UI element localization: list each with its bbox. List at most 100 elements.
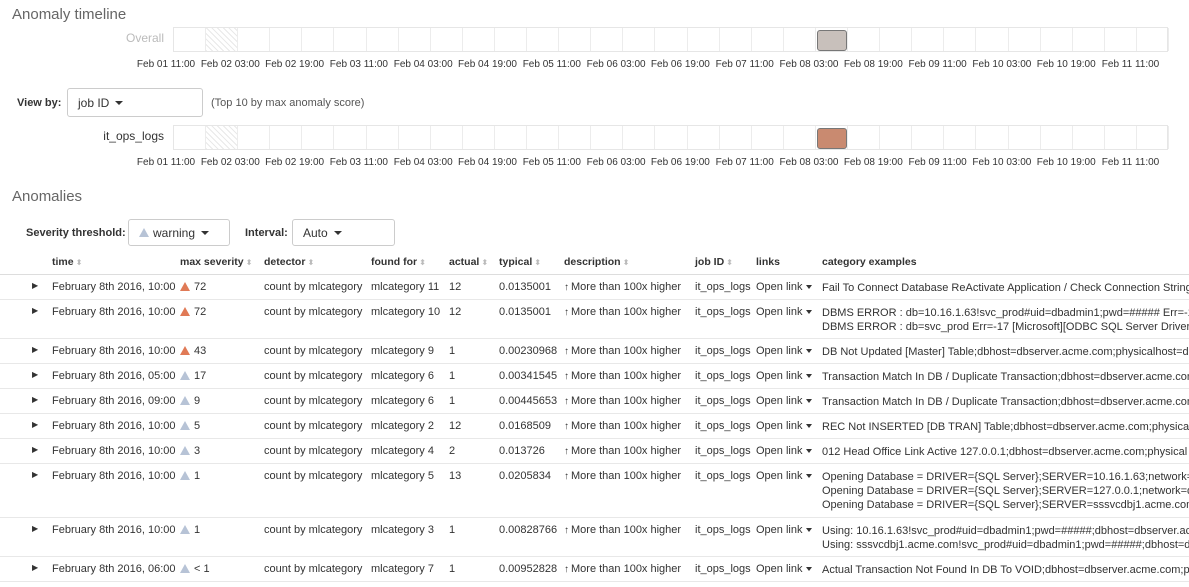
open-link-dropdown[interactable]: Open link (756, 306, 802, 318)
job-time-cell[interactable] (912, 126, 945, 149)
job-time-cell[interactable] (527, 126, 560, 149)
expand-row-icon[interactable]: ▶ (0, 299, 48, 339)
job-time-cell[interactable] (431, 126, 463, 149)
job-time-cell[interactable] (270, 126, 303, 149)
overall-time-cell[interactable] (527, 28, 560, 51)
overall-time-cell[interactable] (1041, 28, 1073, 51)
table-row[interactable]: ▶ February 8th 2016, 10:00 72 count by mlca… (0, 299, 1189, 339)
sort-icon[interactable]: ⬍ (246, 258, 253, 267)
sort-icon[interactable]: ⬍ (481, 258, 488, 267)
column-header-found-for[interactable]: found for ⬍ (367, 250, 445, 275)
column-header-time[interactable]: time ⬍ (48, 250, 176, 275)
job-time-cell[interactable] (655, 126, 688, 149)
overall-time-cell[interactable] (784, 28, 816, 51)
open-link-dropdown[interactable]: Open link (756, 395, 802, 407)
column-header-detector[interactable]: detector ⬍ (260, 250, 367, 275)
overall-time-cell[interactable] (238, 28, 271, 51)
job-time-cell[interactable] (944, 126, 977, 149)
interval-select[interactable]: Auto (292, 219, 395, 246)
job-time-cell[interactable] (848, 126, 881, 149)
overall-time-cell[interactable] (495, 28, 528, 51)
job-time-cell[interactable] (1137, 126, 1169, 149)
job-time-cell[interactable] (495, 126, 528, 149)
job-time-cell[interactable] (1041, 126, 1073, 149)
column-header-job-ID[interactable]: job ID ⬍ (691, 250, 752, 275)
job-time-cell[interactable] (752, 126, 784, 149)
overall-time-cell[interactable] (1073, 28, 1105, 51)
overall-time-cell[interactable] (367, 28, 399, 51)
job-time-cell[interactable] (623, 126, 656, 149)
column-header-description[interactable]: description ⬍ (560, 250, 691, 275)
column-header-category-examples[interactable]: category examples (818, 250, 1189, 275)
table-row[interactable]: ▶ February 8th 2016, 10:00 72 count by mlca… (0, 274, 1189, 300)
overall-time-cell[interactable] (655, 28, 688, 51)
job-swimlane[interactable] (173, 125, 1169, 150)
job-time-cell[interactable] (1009, 126, 1041, 149)
view-by-select[interactable]: job ID (67, 88, 203, 117)
sort-icon[interactable]: ⬍ (419, 258, 426, 267)
overall-time-cell[interactable] (463, 28, 495, 51)
severity-threshold-select[interactable]: warning (128, 219, 230, 246)
open-link-dropdown[interactable]: Open link (756, 281, 802, 293)
expand-row-icon[interactable]: ▶ (0, 517, 48, 557)
overall-time-cell[interactable] (174, 28, 207, 51)
job-time-cell[interactable] (976, 126, 1009, 149)
overall-time-cell[interactable] (688, 28, 720, 51)
job-time-cell[interactable] (206, 126, 239, 149)
job-time-cell[interactable] (559, 126, 592, 149)
sort-icon[interactable]: ⬍ (726, 258, 733, 267)
sort-icon[interactable]: ⬍ (623, 258, 630, 267)
job-time-cell[interactable] (591, 126, 624, 149)
job-time-cell[interactable] (720, 126, 752, 149)
table-row[interactable]: ▶ February 8th 2016, 10:00 1 count by mlcat… (0, 463, 1189, 518)
job-time-cell[interactable] (1073, 126, 1105, 149)
overall-swimlane[interactable] (173, 27, 1169, 52)
overall-time-cell[interactable] (623, 28, 656, 51)
expand-row-icon[interactable]: ▶ (0, 274, 48, 300)
open-link-dropdown[interactable]: Open link (756, 445, 802, 457)
overall-time-cell[interactable] (1105, 28, 1137, 51)
column-header-typical[interactable]: typical ⬍ (495, 250, 560, 275)
overall-time-cell[interactable] (848, 28, 881, 51)
expand-row-icon[interactable]: ▶ (0, 463, 48, 518)
expand-row-icon[interactable]: ▶ (0, 556, 48, 582)
table-row[interactable]: ▶ February 8th 2016, 10:00 3 count by mlcat… (0, 438, 1189, 464)
sort-icon[interactable]: ⬍ (76, 258, 83, 267)
overall-time-cell[interactable] (720, 28, 752, 51)
overall-time-cell[interactable] (912, 28, 945, 51)
job-time-cell[interactable] (367, 126, 399, 149)
overall-time-cell[interactable] (976, 28, 1009, 51)
overall-time-cell[interactable] (944, 28, 977, 51)
open-link-dropdown[interactable]: Open link (756, 420, 802, 432)
expand-row-icon[interactable]: ▶ (0, 388, 48, 414)
column-header-actual[interactable]: actual ⬍ (445, 250, 495, 275)
job-time-cell[interactable] (302, 126, 335, 149)
table-row[interactable]: ▶ February 8th 2016, 10:00 1 count by mlcat… (0, 517, 1189, 557)
table-row[interactable]: ▶ February 8th 2016, 10:00 43 count by mlca… (0, 338, 1189, 364)
job-time-cell[interactable] (399, 126, 431, 149)
open-link-dropdown[interactable]: Open link (756, 524, 802, 536)
table-row[interactable]: ▶ February 8th 2016, 10:00 5 count by mlcat… (0, 413, 1189, 439)
job-time-cell[interactable] (688, 126, 720, 149)
overall-time-cell[interactable] (334, 28, 367, 51)
sort-icon[interactable]: ⬍ (534, 258, 541, 267)
overall-time-cell[interactable] (880, 28, 913, 51)
open-link-dropdown[interactable]: Open link (756, 470, 802, 482)
overall-time-cell[interactable] (399, 28, 431, 51)
overall-time-cell[interactable] (752, 28, 784, 51)
job-time-cell[interactable] (784, 126, 816, 149)
job-time-cell[interactable] (334, 126, 367, 149)
sort-icon[interactable]: ⬍ (307, 258, 314, 267)
table-row[interactable]: ▶ February 8th 2016, 05:00 17 count by mlca… (0, 363, 1189, 389)
expand-row-icon[interactable]: ▶ (0, 363, 48, 389)
open-link-dropdown[interactable]: Open link (756, 370, 802, 382)
expand-row-icon[interactable]: ▶ (0, 413, 48, 439)
job-time-cell[interactable] (463, 126, 495, 149)
overall-time-cell[interactable] (431, 28, 463, 51)
job-time-cell[interactable] (174, 126, 207, 149)
job-anomaly-cell[interactable] (816, 128, 848, 149)
job-time-cell[interactable] (1105, 126, 1137, 149)
job-time-cell[interactable] (238, 126, 271, 149)
overall-time-cell[interactable] (206, 28, 239, 51)
expand-row-icon[interactable]: ▶ (0, 338, 48, 364)
